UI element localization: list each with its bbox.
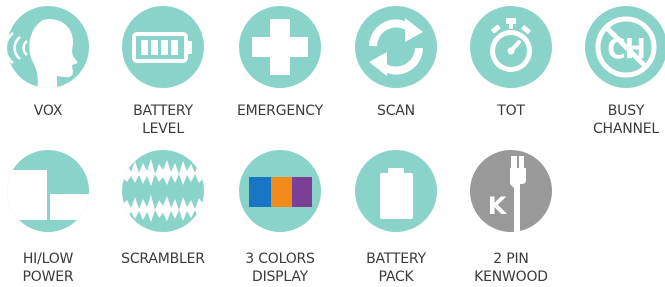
- feature-label: 3 COLORS DISPLAY: [245, 251, 315, 285]
- stopwatch-icon: [470, 6, 552, 88]
- feature-label: 2 PIN KENWOOD: [474, 251, 548, 285]
- feature-label: EMERGENCY: [237, 103, 323, 119]
- scan-arrows-icon: [355, 6, 437, 88]
- hi-low-power-icon: [7, 150, 89, 232]
- feature-label: TOT: [497, 103, 525, 119]
- battery-level-icon: [122, 6, 204, 88]
- feature-label: HI/LOW POWER: [22, 251, 74, 285]
- feature-label: BATTERY PACK: [366, 251, 426, 285]
- feature-label: BATTERY LEVEL: [133, 103, 193, 137]
- feature-label: BUSY CHANNEL: [592, 103, 660, 137]
- feature-label: SCRAMBLER: [121, 251, 205, 267]
- feature-label: VOX: [33, 103, 63, 119]
- color-display-icon: [239, 150, 321, 232]
- battery-pack-icon: [355, 150, 437, 232]
- kenwood-plug-icon: K: [470, 150, 552, 232]
- kenwood-k-text: K: [488, 192, 508, 220]
- emergency-cross-icon: [239, 6, 321, 88]
- busy-channel-icon: CH: [585, 6, 665, 88]
- scrambler-wave-icon: [122, 150, 204, 232]
- vox-head-icon: [7, 6, 89, 88]
- feature-label: SCAN: [377, 103, 415, 119]
